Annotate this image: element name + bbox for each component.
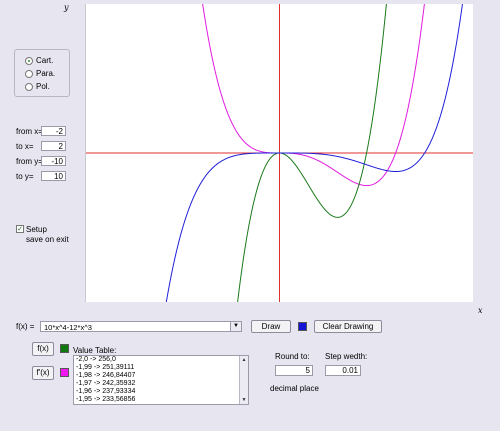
from-y-field[interactable]: -10 bbox=[41, 156, 66, 166]
draw-color-swatch[interactable] bbox=[298, 322, 307, 331]
function-label: f(x) = bbox=[16, 322, 35, 331]
value-table-label: Value Table: bbox=[73, 346, 117, 355]
function-combobox[interactable]: 10*x^4-12*x^3 ▼ bbox=[40, 321, 242, 332]
list-item[interactable]: -1,96 -> 237,93334 bbox=[74, 388, 248, 396]
list-item[interactable]: -1,95 -> 233,56856 bbox=[74, 396, 248, 404]
round-to-label: Round to: bbox=[275, 352, 310, 361]
function-value: 10*x^4-12*x^3 bbox=[44, 323, 92, 332]
x-axis-label: x bbox=[478, 306, 483, 315]
from-x-field[interactable]: -2 bbox=[41, 126, 66, 136]
radio-circle-icon bbox=[25, 69, 33, 78]
decimal-place-label: decimal place bbox=[270, 384, 319, 393]
to-y-field[interactable]: 10 bbox=[41, 171, 66, 181]
radio-parametric[interactable]: Para. bbox=[25, 68, 55, 79]
setup-label: Setup bbox=[26, 225, 47, 234]
from-x-label: from x= bbox=[16, 127, 43, 136]
step-width-label: Step wedth: bbox=[325, 352, 368, 361]
fx-color-swatch[interactable] bbox=[60, 344, 69, 353]
clear-drawing-button[interactable]: Clear Drawing bbox=[314, 320, 382, 333]
to-x-label: to x= bbox=[16, 142, 34, 151]
list-item[interactable]: -1,97 -> 242,35932 bbox=[74, 380, 248, 388]
save-on-exit-label: save on exit bbox=[26, 235, 69, 244]
radio-label: Para. bbox=[36, 69, 56, 78]
setup-checkbox[interactable]: ✓ bbox=[16, 225, 24, 233]
scroll-down-icon[interactable]: ▼ bbox=[240, 396, 248, 404]
list-item[interactable]: -2,0 -> 256,0 bbox=[74, 356, 248, 364]
radio-cartesian[interactable]: Cart. bbox=[25, 55, 53, 66]
list-item[interactable]: -1,99 -> 251,39111 bbox=[74, 364, 248, 372]
value-table-list[interactable]: -2,0 -> 256,0 -1,99 -> 251,39111 -1,98 -… bbox=[73, 355, 249, 405]
fprime-color-swatch[interactable] bbox=[60, 368, 69, 377]
value-table-scrollbar[interactable]: ▲ ▼ bbox=[239, 356, 248, 404]
radio-label: Pol. bbox=[36, 82, 50, 91]
radio-polar[interactable]: Pol. bbox=[25, 81, 50, 92]
fx-button[interactable]: f(x) bbox=[32, 342, 54, 356]
scroll-up-icon[interactable]: ▲ bbox=[240, 356, 248, 364]
round-to-field[interactable]: 5 bbox=[275, 365, 313, 376]
step-width-field[interactable]: 0.01 bbox=[325, 365, 361, 376]
to-x-field[interactable]: 2 bbox=[41, 141, 66, 151]
graph-canvas[interactable] bbox=[86, 0, 473, 330]
draw-button[interactable]: Draw bbox=[251, 320, 291, 333]
coordinate-mode-group: Cart. Para. Pol. bbox=[14, 49, 70, 97]
radio-circle-icon bbox=[25, 56, 33, 65]
radio-circle-icon bbox=[25, 82, 33, 91]
fprime-button[interactable]: f'(x) bbox=[32, 366, 54, 380]
chevron-down-icon[interactable]: ▼ bbox=[230, 322, 241, 331]
y-axis-label: y bbox=[64, 3, 69, 12]
plot-area[interactable] bbox=[85, 0, 473, 330]
radio-label: Cart. bbox=[36, 56, 54, 65]
curve-f bbox=[201, 0, 426, 187]
to-y-label: to y= bbox=[16, 172, 34, 181]
list-item[interactable]: -1,98 -> 246,84407 bbox=[74, 372, 248, 380]
from-y-label: from y= bbox=[16, 157, 43, 166]
